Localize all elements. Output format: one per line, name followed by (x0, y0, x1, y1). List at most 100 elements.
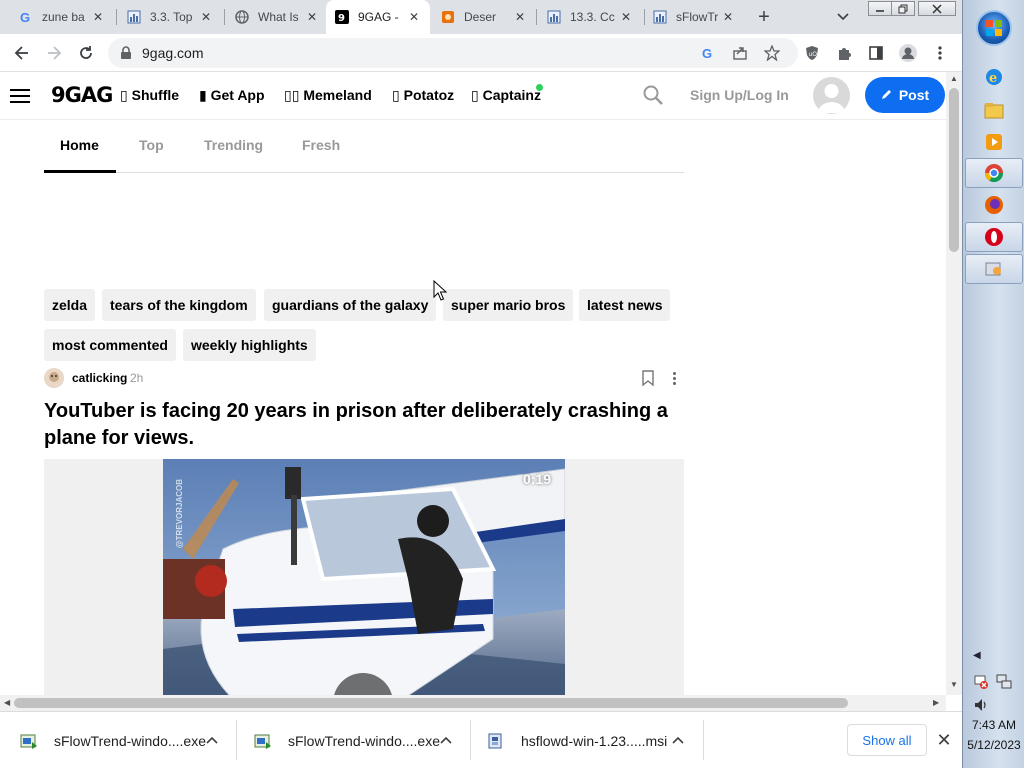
tab-desert[interactable]: Deser ✕ (432, 0, 536, 34)
taskbar-app-icon[interactable] (965, 254, 1023, 284)
download-item[interactable]: sFlowTrend-windo....exe (254, 712, 468, 768)
close-icon[interactable]: ✕ (512, 9, 528, 25)
nav-label: Memeland (303, 87, 372, 103)
tab-top[interactable]: Top (139, 137, 164, 153)
tab-separator (116, 9, 117, 25)
google-lens-icon[interactable]: G (698, 43, 718, 63)
close-icon[interactable]: ✕ (198, 9, 214, 25)
bookmark-icon[interactable] (641, 370, 655, 387)
share-icon[interactable] (730, 43, 750, 63)
post-meta: catlicking 2h (44, 368, 684, 390)
tag-chip[interactable]: super mario bros (443, 289, 574, 321)
post-title[interactable]: YouTuber is facing 20 years in prison af… (44, 398, 684, 452)
tab-zune[interactable]: G zune ba ✕ (10, 0, 114, 34)
close-icon[interactable]: ✕ (90, 9, 106, 25)
download-item[interactable]: sFlowTrend-windo....exe (20, 712, 234, 768)
tab-what-is[interactable]: What Is ✕ (226, 0, 328, 34)
reload-icon[interactable] (74, 41, 98, 65)
profile-icon[interactable] (896, 41, 920, 65)
taskbar-opera-icon[interactable] (965, 222, 1023, 252)
minimize-button[interactable] (868, 1, 892, 16)
tab-9gag-active[interactable]: 9 9GAG - ✕ (326, 0, 430, 34)
avatar[interactable] (813, 77, 850, 114)
back-arrow-icon[interactable] (10, 41, 34, 65)
site-logo[interactable]: 9GAG (51, 83, 113, 107)
tag-chip[interactable]: guardians of the galaxy (264, 289, 437, 321)
tab-13-3[interactable]: 13.3. Cc ✕ (538, 0, 642, 34)
signup-login-link[interactable]: Sign Up/Log In (690, 87, 789, 103)
taskbar-media-player-icon[interactable] (965, 127, 1023, 157)
tag-chip[interactable]: zelda (44, 289, 96, 321)
nav-captainz[interactable]: ▯ Captainz (471, 87, 541, 104)
download-item[interactable]: hsflowd-win-1.23.....msi (487, 712, 701, 768)
scroll-down-arrow-icon[interactable]: ▼ (950, 680, 958, 689)
nav-label: Shuffle (131, 87, 180, 103)
author-name[interactable]: catlicking (72, 371, 127, 385)
svg-text:9: 9 (338, 13, 345, 24)
horizontal-scrollbar[interactable]: ◀ ▶ (0, 695, 946, 711)
captainz-icon: ▯ (471, 87, 479, 103)
nav-shuffle[interactable]: ▯ Shuffle (120, 87, 179, 104)
scroll-left-arrow-icon[interactable]: ◀ (4, 698, 10, 707)
taskbar-ie-icon[interactable]: e (965, 62, 1023, 92)
action-center-flag-icon[interactable] (973, 674, 989, 690)
address-bar[interactable]: 9gag.com G (108, 38, 798, 68)
chevron-up-icon[interactable] (204, 732, 220, 748)
tab-top[interactable]: 3.3. Top ✕ (118, 0, 222, 34)
horizontal-scroll-thumb[interactable] (14, 698, 848, 708)
taskbar-chrome-icon[interactable] (965, 158, 1023, 188)
show-all-downloads-button[interactable]: Show all (847, 724, 927, 756)
taskbar-firefox-icon[interactable] (965, 190, 1023, 220)
extensions-puzzle-icon[interactable] (832, 41, 856, 65)
close-icon[interactable]: ✕ (304, 9, 320, 25)
scroll-right-arrow-icon[interactable]: ▶ (933, 698, 939, 707)
close-icon[interactable]: ✕ (406, 9, 422, 25)
tray-expand-icon[interactable]: ◀ (973, 650, 981, 661)
clock-date[interactable]: 5/12/2023 (963, 738, 1024, 752)
vertical-scrollbar[interactable]: ▲ ▼ (946, 72, 962, 695)
volume-icon[interactable] (973, 697, 989, 713)
clock-time[interactable]: 7:43 AM (963, 718, 1024, 732)
tab-trending[interactable]: Trending (204, 137, 263, 153)
kebab-menu-icon[interactable] (928, 41, 952, 65)
side-panel-icon[interactable] (864, 41, 888, 65)
chevron-up-icon[interactable] (670, 732, 686, 748)
nav-get-app[interactable]: ▮ Get App (199, 87, 265, 104)
tab-sflowtrend[interactable]: sFlowTr ✕ (644, 0, 744, 34)
vertical-scroll-thumb[interactable] (949, 88, 959, 252)
network-icon[interactable] (996, 674, 1012, 690)
new-tab-button[interactable]: + (752, 5, 776, 29)
google-icon: G (18, 9, 34, 25)
restore-button[interactable] (891, 1, 915, 16)
tag-chip[interactable]: tears of the kingdom (102, 289, 256, 321)
url-text[interactable]: 9gag.com (142, 45, 203, 61)
tag-chip[interactable]: latest news (579, 289, 671, 321)
post-button[interactable]: Post (865, 77, 945, 113)
tab-fresh[interactable]: Fresh (302, 137, 340, 153)
download-separator (703, 720, 704, 760)
tab-search-chevron-icon[interactable] (832, 6, 854, 28)
close-icon[interactable]: ✕ (618, 9, 634, 25)
hamburger-menu-icon[interactable] (10, 86, 30, 106)
tab-home[interactable]: Home (60, 137, 99, 153)
close-icon[interactable]: ✕ (720, 9, 736, 25)
chevron-up-icon[interactable] (438, 732, 454, 748)
nav-potatoz[interactable]: ▯ Potatoz (392, 87, 454, 104)
post-more-icon[interactable] (668, 370, 680, 386)
download-filename: sFlowTrend-windo....exe (288, 732, 440, 749)
lock-icon[interactable] (120, 46, 132, 65)
scroll-up-arrow-icon[interactable]: ▲ (950, 74, 958, 83)
bookmark-star-icon[interactable] (762, 43, 782, 63)
forward-arrow-icon[interactable] (42, 41, 66, 65)
close-window-button[interactable] (918, 1, 956, 16)
taskbar-explorer-icon[interactable] (965, 95, 1023, 125)
ublock-shield-icon[interactable]: uO (800, 41, 824, 65)
video-player[interactable]: 0:19 @TREVORJACOB (163, 459, 565, 695)
tag-chip[interactable]: most commented (44, 329, 176, 361)
start-button[interactable] (976, 10, 1012, 46)
close-shelf-icon[interactable]: ✕ (934, 730, 954, 750)
tag-chip[interactable]: weekly highlights (183, 329, 316, 361)
author-avatar[interactable] (44, 368, 64, 388)
search-icon[interactable] (642, 84, 666, 108)
nav-memeland[interactable]: ▯▯ Memeland (284, 87, 372, 104)
